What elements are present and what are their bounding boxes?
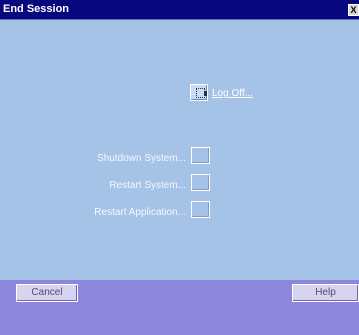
cancel-button[interactable]: Cancel xyxy=(16,284,78,302)
logoff-button[interactable] xyxy=(190,84,208,101)
restart-application-button[interactable] xyxy=(191,201,210,218)
button-bar: Cancel Help xyxy=(0,280,359,335)
logoff-label: Log Off... xyxy=(212,88,253,99)
window-title: End Session xyxy=(3,3,70,15)
titlebar: End Session X xyxy=(0,0,359,20)
close-button[interactable]: X xyxy=(348,4,359,16)
restart-system-label: Restart System... xyxy=(109,180,186,191)
help-button[interactable]: Help xyxy=(292,284,359,302)
cancel-button-label: Cancel xyxy=(31,287,63,298)
restart-application-label: Restart Application... xyxy=(94,207,186,218)
dialog-client-area: Log Off... Shutdown System... Restart Sy… xyxy=(0,20,359,280)
logoff-icon xyxy=(196,88,207,98)
shutdown-system-label: Shutdown System... xyxy=(97,153,186,164)
restart-system-button[interactable] xyxy=(191,174,210,191)
close-icon: X xyxy=(350,5,357,15)
help-button-label: Help xyxy=(315,287,336,298)
logoff-label-text: Log Off... xyxy=(212,88,253,99)
shutdown-system-button[interactable] xyxy=(191,147,210,164)
